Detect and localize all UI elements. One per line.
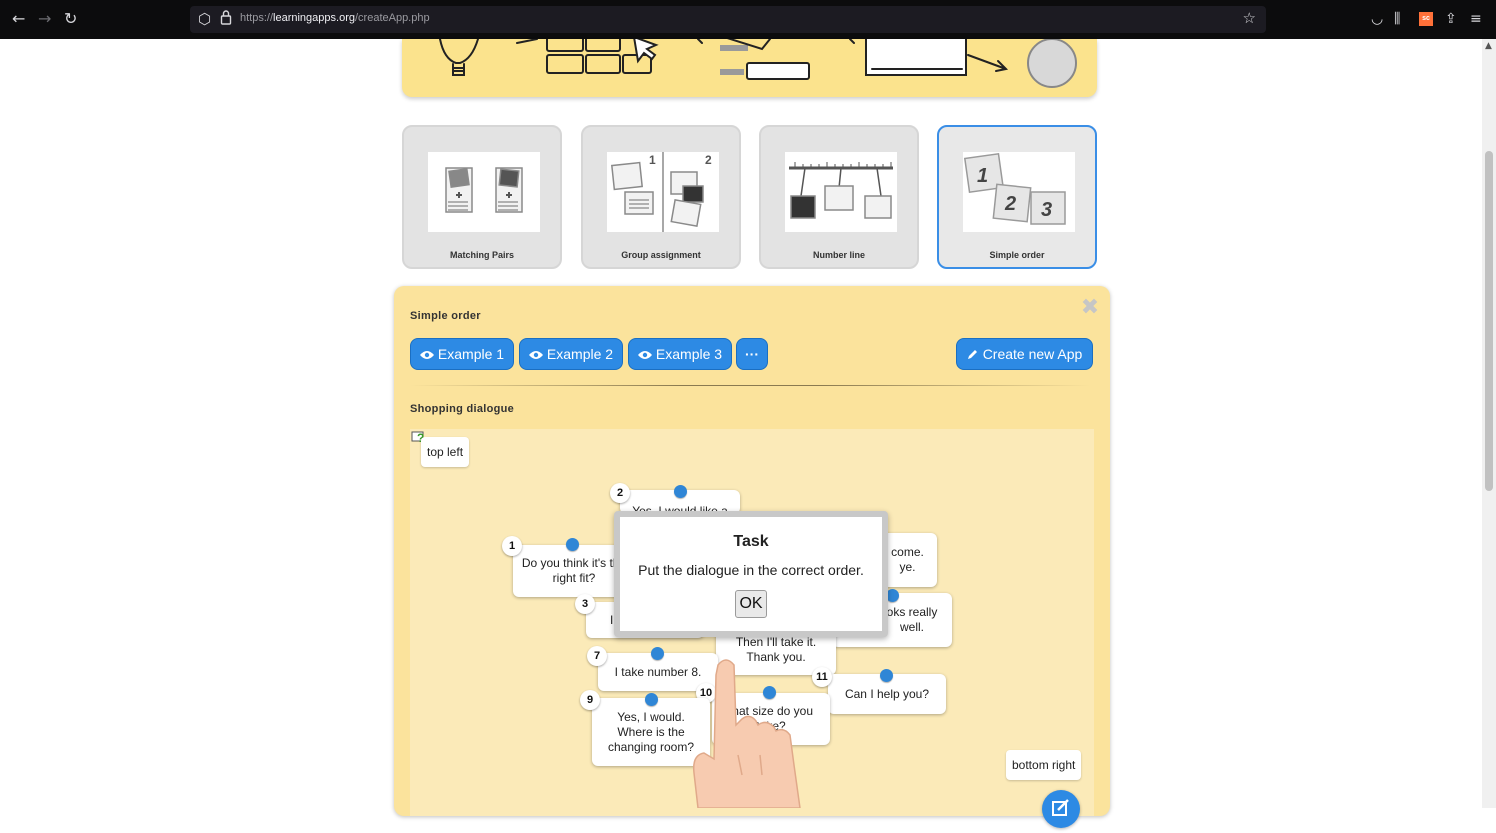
svg-text:2: 2: [705, 153, 712, 167]
example-3-label: Example 3: [655, 346, 723, 362]
order-card-number: 1: [502, 536, 522, 556]
edit-icon: [1052, 799, 1069, 816]
template-label: Group assignment: [621, 250, 701, 260]
page-scrollbar[interactable]: ▲: [1482, 39, 1496, 808]
drag-handle-dot[interactable]: [674, 485, 687, 498]
top-left-label: top left: [421, 437, 470, 467]
bookmark-star-icon[interactable]: ☆: [1243, 9, 1256, 27]
example-2-label: Example 2: [546, 346, 614, 362]
drag-handle-dot[interactable]: [880, 669, 893, 682]
create-new-app-label: Create new App: [982, 346, 1083, 362]
example-2-button[interactable]: Example 2: [519, 338, 623, 370]
order-card-number: 9: [580, 690, 600, 710]
bottom-right-label: bottom right: [1006, 750, 1082, 780]
template-card-group-assignment[interactable]: 1 2 Group assignment: [581, 125, 741, 269]
order-card-text: Do you think it's the right fit?: [521, 556, 627, 585]
simple-order-thumbnail: 1 2 3: [963, 152, 1075, 232]
reload-icon[interactable]: ↻: [64, 9, 77, 28]
more-examples-button[interactable]: ···: [736, 338, 768, 370]
order-card-text: I take number 8.: [614, 664, 702, 679]
svg-text:3: 3: [1041, 199, 1052, 221]
close-icon[interactable]: ✖: [1080, 297, 1100, 319]
forward-arrow-icon[interactable]: →: [38, 9, 51, 28]
divider: [410, 385, 1090, 386]
example-1-label: Example 1: [437, 346, 505, 362]
template-card-simple-order[interactable]: 1 2 3 Simple order: [937, 125, 1097, 269]
pocket-icon[interactable]: ◡: [1371, 11, 1383, 27]
number-line-thumbnail: [785, 152, 897, 232]
scroll-thumb[interactable]: [1485, 151, 1493, 491]
pencil-icon: [967, 340, 979, 370]
order-card-number: 7: [587, 646, 607, 666]
pointing-hand-icon: [692, 659, 801, 808]
template-card-matching-pairs[interactable]: Matching Pairs: [402, 125, 562, 269]
svg-text:2: 2: [1004, 193, 1016, 215]
order-card-text: oks really well.: [886, 605, 938, 634]
order-card-text: Yes, I would. Where is the changing room…: [607, 709, 695, 754]
order-card-number: 2: [610, 483, 630, 503]
order-card-text: I: [610, 612, 614, 627]
template-label: Matching Pairs: [449, 250, 514, 260]
browser-toolbar: ← → ↻ ⬡ https://learningapps.org/createA…: [0, 0, 1496, 39]
workflow-illustration: [439, 39, 1077, 88]
order-card-number: 3: [575, 594, 595, 614]
eye-icon: [419, 340, 434, 370]
share-icon[interactable]: ⇪: [1445, 11, 1457, 27]
url-text: https://learningapps.org/createApp.php: [240, 12, 430, 24]
template-label: Simple order: [989, 250, 1045, 260]
create-new-app-button[interactable]: Create new App: [956, 338, 1093, 370]
extension-badge[interactable]: sc: [1419, 12, 1433, 26]
eye-icon: [528, 340, 543, 370]
drag-handle-dot[interactable]: [651, 647, 664, 660]
task-dialog: Task Put the dialogue in the correct ord…: [614, 511, 888, 637]
panel-title: Simple order: [410, 310, 481, 322]
task-text: Put the dialogue in the correct order.: [638, 562, 864, 578]
order-card-text: come. ye.: [891, 545, 924, 574]
drag-handle-dot[interactable]: [566, 538, 579, 551]
library-icon[interactable]: ⫼: [1394, 11, 1400, 27]
svg-text:1: 1: [649, 153, 656, 167]
template-card-number-line[interactable]: Number line: [759, 125, 919, 269]
svg-text:1: 1: [977, 165, 988, 187]
shield-icon[interactable]: ⬡: [198, 10, 211, 28]
scroll-up-icon[interactable]: ▲: [1485, 41, 1492, 51]
order-card-number: 11: [812, 667, 832, 687]
example-1-button[interactable]: Example 1: [410, 338, 514, 370]
example-3-button[interactable]: Example 3: [628, 338, 732, 370]
drag-handle-dot[interactable]: [645, 693, 658, 706]
ok-button[interactable]: OK: [735, 590, 767, 618]
app-title: Shopping dialogue: [410, 403, 515, 415]
edit-app-button[interactable]: [1042, 790, 1080, 828]
back-arrow-icon[interactable]: ←: [12, 9, 25, 28]
address-bar[interactable]: ⬡ https://learningapps.org/createApp.php…: [190, 6, 1266, 33]
hero-banner: [402, 39, 1097, 97]
group-assignment-thumbnail: 1 2: [607, 152, 719, 232]
template-label: Number line: [812, 250, 865, 260]
matching-pairs-thumbnail: [428, 152, 540, 232]
lock-icon[interactable]: [220, 8, 232, 26]
order-card-text: Can I help you?: [844, 686, 930, 701]
eye-icon: [637, 340, 652, 370]
task-title: Task: [733, 533, 769, 550]
menu-icon[interactable]: ≡: [1470, 11, 1482, 27]
